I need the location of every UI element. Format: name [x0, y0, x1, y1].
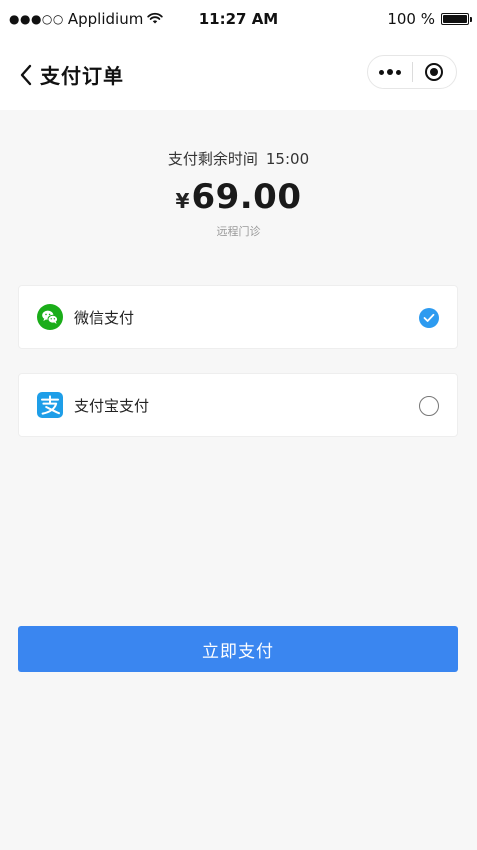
navigation-bar: 支付订单 — [0, 40, 477, 110]
status-left: ●●●○○ Applidium — [9, 10, 164, 28]
countdown-value: 15:00 — [265, 150, 310, 168]
payment-summary: 支付剩余时间 15:00 ¥ 69.00 远程门诊 — [0, 110, 477, 239]
chevron-left-icon — [14, 61, 38, 89]
back-button[interactable]: 支付订单 — [14, 60, 124, 89]
page-title: 支付订单 — [40, 64, 124, 88]
wechat-icon — [36, 303, 64, 331]
payment-order-screen: ●●●○○ Applidium 11:27 AM 100 % 支付订单 支付剩余… — [0, 0, 477, 850]
close-miniprogram-button[interactable] — [413, 56, 457, 88]
countdown: 支付剩余时间 15:00 — [0, 148, 477, 169]
order-description: 远程门诊 — [216, 225, 261, 238]
countdown-label: 支付剩余时间 — [167, 150, 258, 168]
pay-now-button[interactable]: 立即支付 — [18, 626, 458, 672]
carrier-name: Applidium — [67, 10, 144, 28]
more-options-button[interactable] — [368, 56, 412, 88]
payment-option-alipay[interactable]: 支付宝支付 — [18, 373, 458, 437]
status-right: 100 % — [387, 10, 472, 28]
alipay-icon — [36, 391, 64, 419]
more-dots-icon — [378, 69, 401, 75]
payment-amount: ¥ 69.00 — [0, 177, 477, 217]
miniprogram-capsule — [367, 55, 457, 89]
payment-option-label: 支付宝支付 — [74, 396, 150, 415]
radio-checked-icon[interactable] — [419, 308, 439, 328]
battery-percentage: 100 % — [387, 10, 435, 28]
radio-unchecked-icon[interactable] — [419, 396, 439, 416]
battery-icon — [441, 13, 472, 25]
payment-option-wechat[interactable]: 微信支付 — [18, 285, 458, 349]
currency-symbol: ¥ — [175, 189, 190, 213]
status-bar: ●●●○○ Applidium 11:27 AM 100 % — [0, 0, 477, 40]
amount-value: 69.00 — [191, 177, 302, 217]
target-circle-icon — [425, 63, 444, 81]
wifi-icon — [147, 10, 164, 28]
payment-option-label: 微信支付 — [74, 308, 135, 327]
signal-strength-icon: ●●●○○ — [9, 12, 64, 26]
